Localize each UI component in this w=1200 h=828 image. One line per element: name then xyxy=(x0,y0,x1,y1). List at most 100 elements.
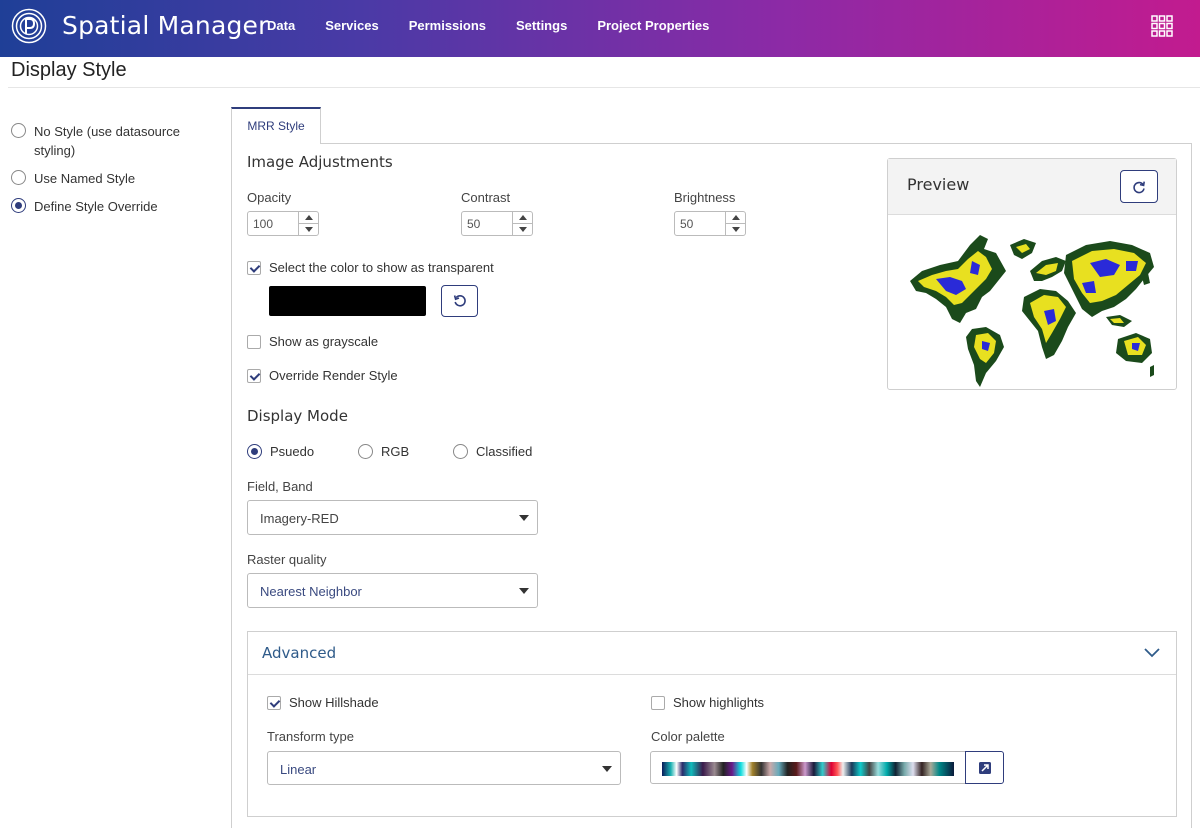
dropdown-arrow-icon xyxy=(602,766,612,772)
override-render-option[interactable]: Override Render Style xyxy=(247,368,398,383)
field-band-value: Imagery-RED xyxy=(260,511,339,526)
radio-classified[interactable] xyxy=(453,444,468,459)
preview-header: Preview xyxy=(888,159,1176,215)
opacity-label: Opacity xyxy=(247,190,292,205)
color-palette-gradient xyxy=(662,762,954,776)
mode-label: RGB xyxy=(381,444,410,459)
color-palette-label: Color palette xyxy=(651,729,725,744)
chevron-down-icon[interactable] xyxy=(1144,646,1160,658)
contrast-value[interactable]: 50 xyxy=(467,217,480,231)
image-adjustments-title: Image Adjustments xyxy=(247,153,393,171)
radio-rgb[interactable] xyxy=(358,444,373,459)
content-left-border xyxy=(231,143,232,828)
transform-type-value: Linear xyxy=(280,762,317,777)
radio-override[interactable] xyxy=(11,198,26,213)
grayscale-option[interactable]: Show as grayscale xyxy=(247,334,378,349)
opacity-stepper[interactable]: 100 xyxy=(247,211,319,236)
preview-panel: Preview xyxy=(887,158,1177,390)
style-option-named-style[interactable]: Use Named Style xyxy=(11,169,211,188)
style-option-override[interactable]: Define Style Override xyxy=(11,197,211,216)
edit-palette-button[interactable] xyxy=(965,751,1004,784)
decrement-icon[interactable] xyxy=(299,223,318,234)
contrast-stepper-buttons xyxy=(512,212,532,235)
mode-psuedo[interactable]: Psuedo xyxy=(247,444,314,459)
brightness-stepper-buttons xyxy=(725,212,745,235)
radio-named-style[interactable] xyxy=(11,170,26,185)
transparent-color-option[interactable]: Select the color to show as transparent xyxy=(247,260,494,275)
grayscale-checkbox[interactable] xyxy=(247,334,261,349)
grayscale-label: Show as grayscale xyxy=(269,334,379,349)
opacity-value[interactable]: 100 xyxy=(253,217,273,231)
hillshade-option[interactable]: Show Hillshade xyxy=(267,695,379,710)
highlights-label: Show highlights xyxy=(673,695,765,710)
hillshade-label: Show Hillshade xyxy=(289,695,379,710)
style-option-label: Define Style Override xyxy=(34,199,158,214)
override-render-label: Override Render Style xyxy=(269,368,398,383)
advanced-panel: Advanced xyxy=(247,631,1177,817)
nav-settings[interactable]: Settings xyxy=(516,18,567,33)
highlights-option[interactable]: Show highlights xyxy=(651,695,764,710)
dropdown-arrow-icon xyxy=(519,588,529,594)
mode-label: Psuedo xyxy=(270,444,315,459)
decrement-icon[interactable] xyxy=(726,223,745,234)
title-divider xyxy=(8,87,1200,88)
color-palette-field[interactable] xyxy=(650,751,966,784)
nav-services[interactable]: Services xyxy=(325,18,379,33)
decrement-icon[interactable] xyxy=(513,223,532,234)
preview-title: Preview xyxy=(907,175,970,194)
brightness-label: Brightness xyxy=(674,190,736,205)
transparent-color-swatch[interactable] xyxy=(269,286,426,316)
nav-project-properties[interactable]: Project Properties xyxy=(597,18,709,33)
content-right-border xyxy=(1191,143,1192,828)
refresh-preview-button[interactable] xyxy=(1120,170,1158,203)
dropdown-arrow-icon xyxy=(519,515,529,521)
highlights-checkbox[interactable] xyxy=(651,695,665,710)
brightness-stepper[interactable]: 50 xyxy=(674,211,746,236)
increment-icon[interactable] xyxy=(726,212,745,223)
hillshade-checkbox[interactable] xyxy=(267,695,281,710)
transparent-color-label: Select the color to show as transparent xyxy=(269,260,494,275)
style-option-no-style[interactable]: No Style (use datasource styling) xyxy=(11,122,211,160)
radio-psuedo[interactable] xyxy=(247,444,262,459)
mode-label: Classified xyxy=(476,444,533,459)
contrast-stepper[interactable]: 50 xyxy=(461,211,533,236)
transparent-color-checkbox[interactable] xyxy=(247,260,261,275)
reset-icon xyxy=(453,295,466,307)
style-option-label: No Style (use datasource styling) xyxy=(34,124,180,158)
style-options: No Style (use datasource styling) Use Na… xyxy=(11,122,211,225)
reset-color-button[interactable] xyxy=(441,285,478,317)
nav-data[interactable]: Data xyxy=(267,18,295,33)
increment-icon[interactable] xyxy=(513,212,532,223)
field-band-select[interactable]: Imagery-RED xyxy=(247,500,538,535)
display-mode-title: Display Mode xyxy=(247,407,348,425)
page-title: Display Style xyxy=(11,59,127,81)
mode-rgb[interactable]: RGB xyxy=(358,444,409,459)
raster-quality-value: Nearest Neighbor xyxy=(260,584,362,599)
advanced-header[interactable]: Advanced xyxy=(248,632,1176,675)
override-render-checkbox[interactable] xyxy=(247,368,261,383)
app-title: Spatial Manager xyxy=(62,11,269,40)
raster-quality-select[interactable]: Nearest Neighbor xyxy=(247,573,538,608)
transform-type-select[interactable]: Linear xyxy=(267,751,621,785)
field-band-label: Field, Band xyxy=(247,479,313,494)
refresh-icon xyxy=(1133,180,1145,193)
contrast-label: Contrast xyxy=(461,190,511,205)
top-bar: Spatial Manager Data Services Permission… xyxy=(0,0,1200,57)
app-logo-icon[interactable] xyxy=(11,8,47,44)
transform-type-label: Transform type xyxy=(267,729,354,744)
app-grid-icon[interactable] xyxy=(1151,15,1173,37)
main-nav: Data Services Permissions Settings Proje… xyxy=(267,18,739,33)
increment-icon[interactable] xyxy=(299,212,318,223)
style-option-label: Use Named Style xyxy=(34,171,136,186)
raster-quality-label: Raster quality xyxy=(247,552,327,567)
nav-permissions[interactable]: Permissions xyxy=(409,18,486,33)
advanced-title: Advanced xyxy=(262,644,337,662)
tab-divider xyxy=(321,143,1192,144)
mode-classified[interactable]: Classified xyxy=(453,444,532,459)
tab-mrr-style[interactable]: MRR Style xyxy=(231,107,321,144)
raster-map-preview xyxy=(910,235,1154,387)
external-link-icon xyxy=(978,761,991,774)
brightness-value[interactable]: 50 xyxy=(680,217,693,231)
radio-no-style[interactable] xyxy=(11,123,26,138)
opacity-stepper-buttons xyxy=(298,212,318,235)
